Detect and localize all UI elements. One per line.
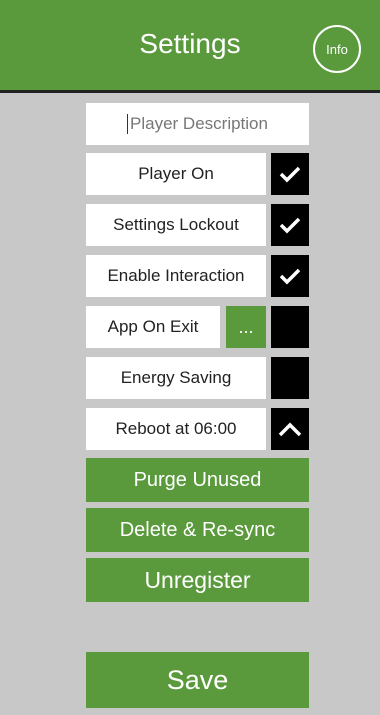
save-button[interactable]: Save (86, 652, 309, 708)
energy-saving-checkbox[interactable] (271, 357, 309, 399)
settings-lockout-label: Settings Lockout (86, 204, 266, 246)
app-on-exit-checkbox[interactable] (271, 306, 309, 348)
enable-interaction-checkbox[interactable] (271, 255, 309, 297)
player-description-input[interactable]: Player Description (86, 103, 309, 145)
chevron-up-icon (278, 422, 302, 437)
purge-unused-button[interactable]: Purge Unused (86, 458, 309, 502)
settings-lockout-checkbox[interactable] (271, 204, 309, 246)
player-on-label: Player On (86, 153, 266, 195)
energy-saving-label: Energy Saving (86, 357, 266, 399)
check-icon (279, 268, 301, 285)
unregister-button[interactable]: Unregister (86, 558, 309, 602)
text-caret (127, 114, 129, 134)
app-on-exit-label: App On Exit (86, 306, 220, 348)
info-button[interactable]: Info (313, 25, 361, 73)
player-description-placeholder: Player Description (130, 114, 268, 133)
header-bar: Settings Info (0, 0, 380, 93)
player-on-checkbox[interactable] (271, 153, 309, 195)
check-icon (279, 166, 301, 183)
enable-interaction-label: Enable Interaction (86, 255, 266, 297)
reboot-time-label: Reboot at 06:00 (86, 408, 266, 450)
reboot-toggle-button[interactable] (271, 408, 309, 450)
delete-resync-button[interactable]: Delete & Re-sync (86, 508, 309, 552)
app-on-exit-browse-button[interactable]: ... (226, 306, 266, 348)
check-icon (279, 217, 301, 234)
